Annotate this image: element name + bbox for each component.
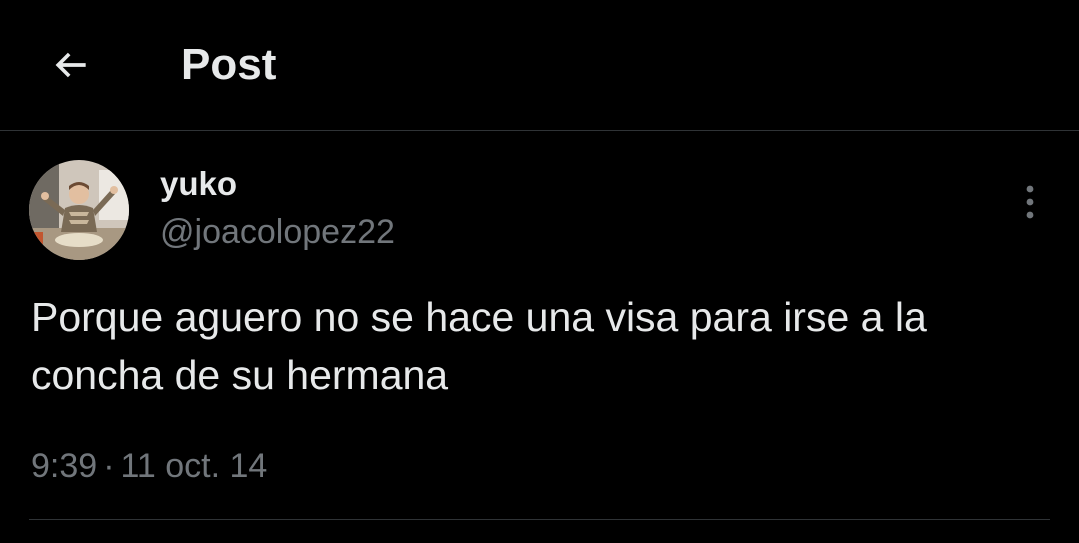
divider: [29, 519, 1050, 520]
avatar-photo: [29, 160, 129, 260]
post-time: 9:39: [31, 447, 98, 485]
author-handle[interactable]: @joacolopez22: [160, 211, 395, 253]
avatar[interactable]: [29, 160, 129, 260]
back-button[interactable]: [44, 38, 98, 92]
more-vertical-icon: [1026, 185, 1034, 219]
post-text: Porque aguero no se hace una visa para i…: [31, 294, 927, 398]
page-title: Post: [181, 40, 277, 89]
author-display-name[interactable]: yuko: [160, 164, 237, 204]
arrow-left-icon: [55, 52, 86, 78]
post-date: 11 oct. 14: [120, 447, 268, 485]
more-options-button[interactable]: [1010, 180, 1050, 224]
post-timestamp[interactable]: 9:39 · 11 oct. 14: [31, 444, 267, 488]
top-bar: Post: [0, 0, 1079, 131]
meta-separator: ·: [103, 447, 115, 485]
